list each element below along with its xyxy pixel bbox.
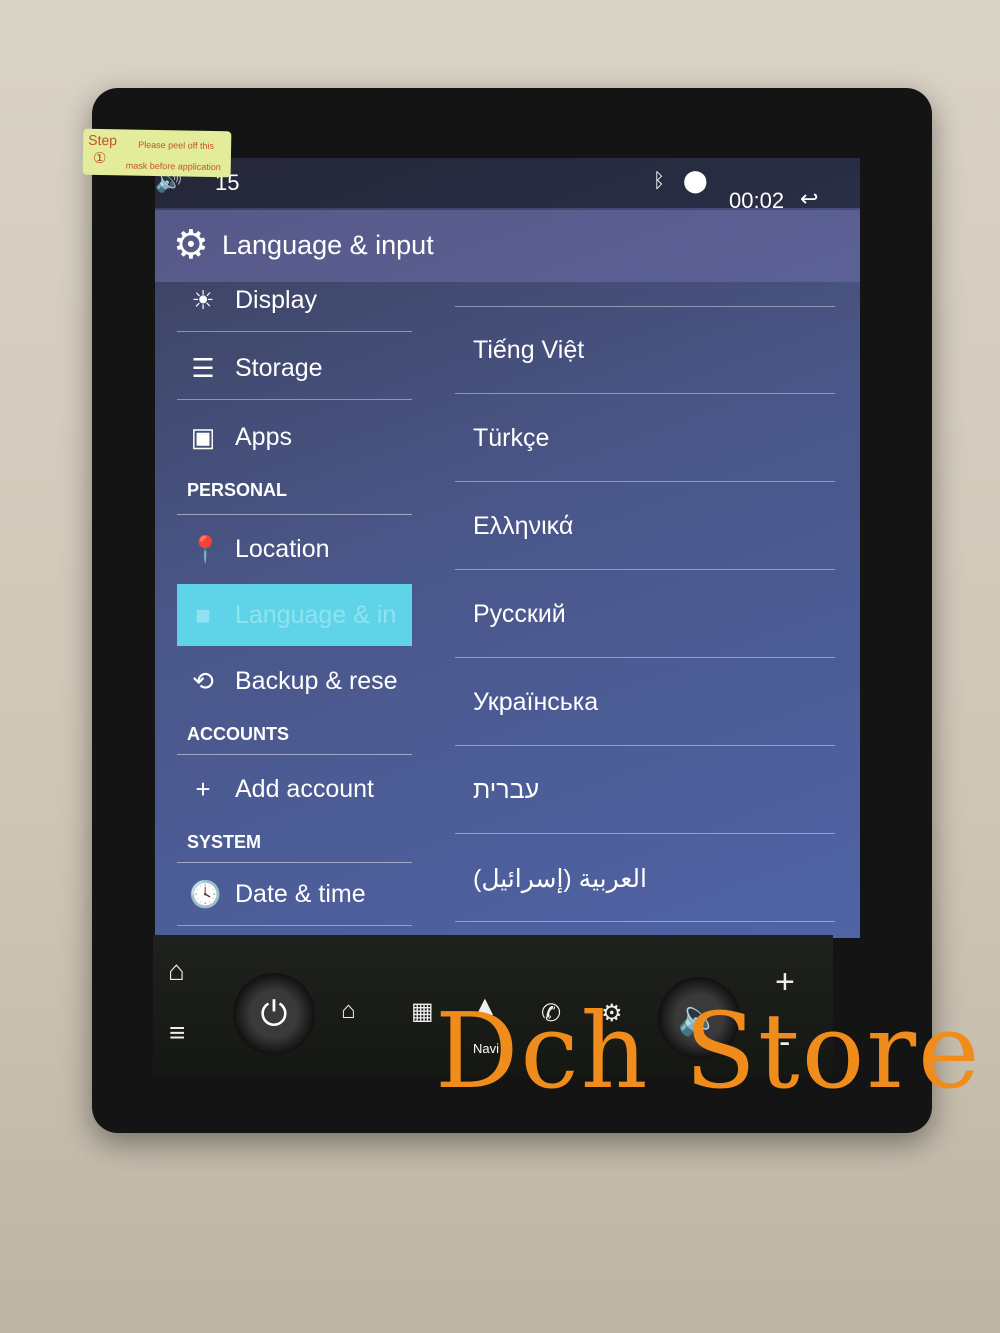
home-icon[interactable]: ⌂ — [168, 955, 185, 987]
sidebar-item-location[interactable]: 📍 Location — [177, 518, 412, 580]
power-button[interactable]: ⏻ — [233, 973, 315, 1055]
language-item[interactable]: Ελληνικά — [455, 484, 835, 570]
sidebar-item-label: Date & time — [235, 880, 366, 908]
divider — [177, 862, 412, 863]
screen: 🔊 15 ᛒ ⬤ 00:02 ↩ ⚙ Language & input ☀ Dis… — [155, 158, 860, 938]
section-personal: PERSONAL — [187, 480, 288, 500]
brightness-icon: ☀ — [191, 285, 215, 315]
bluetooth-icon: ᛒ — [653, 170, 665, 192]
sidebar-item-label: Storage — [235, 354, 323, 382]
watermark: Dch Store — [435, 990, 982, 1112]
divider — [177, 754, 412, 755]
sidebar-item-language[interactable]: ■ Language & in — [177, 584, 412, 646]
power-icon: ⏻ — [260, 994, 288, 1033]
gear-icon: ⚙ — [173, 223, 209, 267]
storage-icon: ☰ — [191, 353, 215, 383]
sidebar-item-add-account[interactable]: + Add account — [177, 758, 412, 820]
language-item[interactable]: Українська — [455, 660, 835, 746]
sticker-text: mask before application — [125, 160, 221, 173]
apps-icon: ▣ — [190, 421, 216, 452]
sidebar-item-label: Display — [235, 286, 317, 314]
back-icon[interactable]: ↩ — [800, 186, 818, 212]
sidebar-item-label: Backup & rese — [235, 666, 398, 695]
plus-icon: + — [195, 773, 211, 804]
clock-icon: 🕓 — [189, 879, 222, 909]
sticker-step: Step — [88, 131, 118, 149]
sidebar-item-label: Language & in — [235, 600, 397, 629]
language-item[interactable]: العربية (إسرائيل) — [455, 836, 835, 922]
sidebar-item-label: Location — [235, 534, 330, 563]
sidebar-item-apps[interactable]: ▣ Apps — [177, 406, 412, 468]
backup-icon: ⟲ — [192, 665, 214, 696]
language-icon: ■ — [195, 599, 211, 630]
location-icon: ⬤ — [683, 168, 708, 193]
menu-icon[interactable]: ≡ — [169, 1017, 185, 1049]
location-icon: 📍 — [189, 533, 222, 564]
section-accounts: ACCOUNTS — [187, 724, 289, 744]
desktop-home-icon[interactable]: ⌂ — [341, 997, 356, 1025]
section-system: SYSTEM — [187, 832, 262, 852]
sidebar-item-storage[interactable]: ☰ Storage — [177, 338, 412, 400]
status-bar: 🔊 15 ᛒ ⬤ 00:02 ↩ — [155, 158, 860, 213]
page-title: Language & input — [222, 230, 434, 260]
sidebar-item-label: Apps — [235, 422, 292, 451]
sidebar-item-date-time[interactable]: 🕓 Date & time — [177, 864, 412, 926]
sidebar-item-label: Add account — [235, 774, 374, 803]
language-item[interactable]: עברית — [455, 748, 835, 834]
peel-off-sticker: Step ① Please peel off this mask before … — [82, 128, 232, 178]
sticker-text: Please peel off this — [138, 139, 215, 151]
sticker-number: ① — [92, 149, 107, 168]
sidebar-item-display[interactable]: ☀ Display — [177, 270, 412, 332]
language-item[interactable]: Tiếng Việt — [455, 308, 835, 394]
language-item[interactable]: Türkçe — [455, 396, 835, 482]
divider — [455, 306, 835, 307]
divider — [177, 514, 412, 515]
apps-grid-icon[interactable]: ▦ — [411, 997, 434, 1026]
language-item[interactable]: Русский — [455, 572, 835, 658]
sidebar-item-backup[interactable]: ⟲ Backup & rese — [177, 650, 412, 712]
